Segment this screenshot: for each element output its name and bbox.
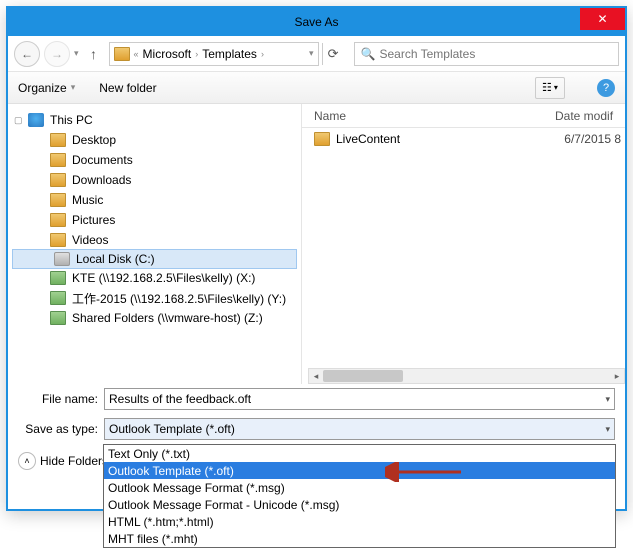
- folder-icon: [114, 47, 130, 61]
- up-button[interactable]: ↑: [83, 43, 105, 65]
- tree-item[interactable]: Shared Folders (\\vmware-host) (Z:): [8, 308, 301, 328]
- column-name[interactable]: Name: [302, 109, 555, 123]
- filename-field[interactable]: ▾: [104, 388, 615, 410]
- body: ▢ This PC Desktop Documents Downloads Mu…: [8, 104, 625, 384]
- refresh-button[interactable]: ⟳: [322, 43, 344, 65]
- network-drive-icon: [50, 291, 66, 305]
- saveastype-row: Save as type: Outlook Template (*.oft) ▾: [8, 414, 625, 444]
- titlebar: Save As ✕: [8, 8, 625, 36]
- pc-icon: [28, 113, 44, 127]
- saveastype-label: Save as type:: [18, 422, 104, 436]
- scroll-left-icon[interactable]: ◂: [309, 371, 323, 382]
- forward-button[interactable]: →: [44, 41, 70, 67]
- help-button[interactable]: ?: [597, 79, 615, 97]
- folder-icon: [50, 153, 66, 167]
- window-title: Save As: [294, 15, 338, 29]
- annotation-arrow: [385, 462, 465, 482]
- filename-row: File name: ▾: [8, 384, 625, 414]
- type-option[interactable]: Outlook Message Format - Unicode (*.msg): [104, 496, 615, 513]
- saveastype-value: Outlook Template (*.oft): [109, 422, 605, 436]
- tree-label: Downloads: [72, 173, 131, 187]
- type-option[interactable]: Text Only (*.txt): [104, 445, 615, 462]
- tree-label: Documents: [72, 153, 133, 167]
- file-date: 6/7/2015 8: [555, 132, 625, 146]
- back-button[interactable]: ←: [14, 41, 40, 67]
- file-list: Name Date modif LiveContent 6/7/2015 8 ◂…: [302, 104, 625, 384]
- organize-button[interactable]: Organize: [18, 81, 67, 95]
- hide-folders-label: Hide Folders: [40, 454, 108, 468]
- save-as-dialog: Save As ✕ ← → ▾ ↑ « Microsoft › Template…: [6, 6, 627, 511]
- tree-label: Local Disk (C:): [76, 252, 155, 266]
- scroll-thumb[interactable]: [323, 370, 403, 382]
- type-option[interactable]: MHT files (*.mht): [104, 530, 615, 547]
- tree-item[interactable]: Videos: [8, 230, 301, 250]
- tree-item[interactable]: Downloads: [8, 170, 301, 190]
- breadcrumb-dropdown-icon[interactable]: ▾: [309, 48, 314, 59]
- tree-item-selected[interactable]: Local Disk (C:): [12, 249, 297, 269]
- new-folder-button[interactable]: New folder: [99, 81, 156, 95]
- dropdown-icon[interactable]: ▾: [605, 424, 610, 435]
- tree-label: Shared Folders (\\vmware-host) (Z:): [72, 311, 263, 325]
- folder-icon: [50, 173, 66, 187]
- search-icon: 🔍: [361, 47, 376, 61]
- network-drive-icon: [50, 311, 66, 325]
- filename-input[interactable]: [109, 392, 605, 406]
- chevron-left-icon: «: [134, 49, 139, 59]
- saveastype-field[interactable]: Outlook Template (*.oft) ▾: [104, 418, 615, 440]
- chevron-right-icon: ›: [261, 49, 264, 59]
- folder-icon: [50, 233, 66, 247]
- folder-icon: [314, 132, 330, 146]
- file-name: LiveContent: [336, 132, 549, 146]
- network-drive-icon: [50, 271, 66, 285]
- dropdown-icon[interactable]: ▾: [605, 394, 610, 405]
- horizontal-scrollbar[interactable]: ◂ ▸: [308, 368, 625, 384]
- tree-label: This PC: [50, 113, 93, 127]
- nav-tree: ▢ This PC Desktop Documents Downloads Mu…: [8, 104, 302, 384]
- tree-label: Pictures: [72, 213, 115, 227]
- dropdown-icon[interactable]: ▾: [71, 82, 76, 93]
- list-header: Name Date modif: [302, 104, 625, 128]
- tree-item[interactable]: Pictures: [8, 210, 301, 230]
- chevron-up-icon: ˄: [18, 452, 36, 470]
- folder-icon: [50, 193, 66, 207]
- view-button[interactable]: ☷ ▾: [535, 77, 565, 99]
- tree-item[interactable]: Documents: [8, 150, 301, 170]
- search-input[interactable]: [379, 47, 612, 61]
- recent-dropdown-icon[interactable]: ▾: [74, 48, 79, 59]
- collapse-icon[interactable]: ▢: [14, 115, 23, 126]
- type-option[interactable]: Outlook Message Format (*.msg): [104, 479, 615, 496]
- breadcrumb-part[interactable]: Templates: [202, 47, 257, 61]
- column-date[interactable]: Date modif: [555, 109, 625, 123]
- chevron-right-icon: ›: [195, 49, 198, 59]
- tree-label: Desktop: [72, 133, 116, 147]
- tree-item[interactable]: Desktop: [8, 130, 301, 150]
- folder-icon: [50, 213, 66, 227]
- search-box[interactable]: 🔍: [354, 42, 619, 66]
- tree-label: 工作-2015 (\\192.168.2.5\Files\kelly) (Y:): [72, 290, 286, 307]
- tree-label: KTE (\\192.168.2.5\Files\kelly) (X:): [72, 271, 255, 285]
- breadcrumb-part[interactable]: Microsoft: [143, 47, 192, 61]
- tree-item-this-pc[interactable]: ▢ This PC: [8, 110, 301, 130]
- tree-item[interactable]: Music: [8, 190, 301, 210]
- scroll-right-icon[interactable]: ▸: [610, 371, 624, 382]
- drive-icon: [54, 252, 70, 266]
- type-option-highlighted[interactable]: Outlook Template (*.oft): [104, 462, 615, 479]
- tree-item[interactable]: 工作-2015 (\\192.168.2.5\Files\kelly) (Y:): [8, 288, 301, 308]
- hide-folders-button[interactable]: ˄ Hide Folders: [18, 452, 108, 470]
- tree-label: Music: [72, 193, 103, 207]
- toolbar: Organize ▾ New folder ☷ ▾ ?: [8, 72, 625, 104]
- list-item[interactable]: LiveContent 6/7/2015 8: [302, 128, 625, 150]
- breadcrumb[interactable]: « Microsoft › Templates › ▾: [109, 42, 319, 66]
- filename-label: File name:: [18, 392, 104, 406]
- folder-icon: [50, 133, 66, 147]
- tree-item[interactable]: KTE (\\192.168.2.5\Files\kelly) (X:): [8, 268, 301, 288]
- type-option[interactable]: HTML (*.htm;*.html): [104, 513, 615, 530]
- nav-row: ← → ▾ ↑ « Microsoft › Templates › ▾ ⟳ 🔍: [8, 36, 625, 72]
- close-button[interactable]: ✕: [580, 8, 625, 30]
- tree-label: Videos: [72, 233, 108, 247]
- saveastype-dropdown: Text Only (*.txt) Outlook Template (*.of…: [103, 444, 616, 548]
